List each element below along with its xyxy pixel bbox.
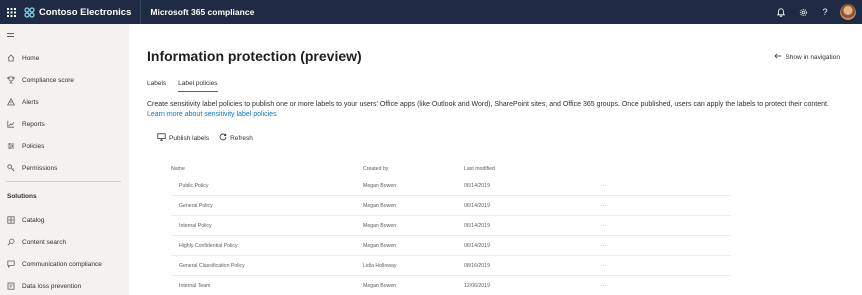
page-description: Create sensitivity label policies to pub… <box>147 100 847 120</box>
sidebar-divider <box>6 181 121 182</box>
sidebar-item-home[interactable]: Home <box>0 49 129 67</box>
key-icon <box>6 163 16 173</box>
column-header-name[interactable]: Name <box>171 166 185 172</box>
sidebar-item-compliance-score[interactable]: Compliance score <box>0 71 129 89</box>
user-avatar[interactable] <box>840 4 856 20</box>
more-actions-icon[interactable]: ··· <box>601 183 606 189</box>
sidebar-item-permissions[interactable]: Permissions <box>0 159 129 177</box>
created-by: Lidia Holloway <box>363 263 397 269</box>
table-row[interactable]: Highly Confidential Policy Megan Bowen 0… <box>171 236 731 256</box>
chat-icon <box>6 259 16 269</box>
publish-labels-label: Publish labels <box>169 134 210 142</box>
table-row[interactable]: Internal Policy Megan Bowen 06/14/2019 ·… <box>171 216 731 236</box>
tab-label-policies[interactable]: Label policies <box>178 80 218 92</box>
last-modified: 06/14/2019 <box>464 203 490 209</box>
table-header: Name Created by Last modified <box>171 166 771 176</box>
column-header-created-by[interactable]: Created by <box>363 166 388 172</box>
created-by: Megan Bowen <box>363 243 397 249</box>
policy-name[interactable]: General Policy <box>179 203 213 209</box>
notifications-bell-icon[interactable] <box>770 0 792 24</box>
pin-icon <box>774 53 782 61</box>
sidebar-item-content-search[interactable]: Content search <box>0 233 129 251</box>
policy-name[interactable]: Highly Confidential Policy <box>179 243 238 249</box>
created-by: Megan Bowen <box>363 203 397 209</box>
help-icon[interactable]: ? <box>814 0 836 24</box>
last-modified: 08/16/2019 <box>464 263 490 269</box>
refresh-icon <box>219 133 227 143</box>
policies-icon <box>6 141 16 151</box>
created-by: Megan Bowen <box>363 183 397 189</box>
trophy-icon <box>6 75 16 85</box>
shield-icon <box>6 281 16 291</box>
sidebar-item-label: Permissions <box>22 164 58 172</box>
table-row[interactable]: Internal Team Megan Bowen 12/06/2019 ··· <box>171 276 731 295</box>
catalog-icon <box>6 215 16 225</box>
description-text: Create sensitivity label policies to pub… <box>147 101 829 108</box>
publish-labels-button[interactable]: Publish labels <box>157 133 209 143</box>
last-modified: 06/14/2019 <box>464 223 490 229</box>
sidebar-item-label: Compliance score <box>22 76 75 84</box>
tab-list: Labels Label policies <box>147 80 218 92</box>
table-row[interactable]: General Classification Policy Lidia Holl… <box>171 256 731 276</box>
created-by: Megan Bowen <box>363 223 397 229</box>
main-content: Information protection (preview) Show in… <box>129 24 862 295</box>
app-launcher-icon[interactable] <box>0 0 22 24</box>
contoso-logo-icon <box>24 6 35 18</box>
more-actions-icon[interactable]: ··· <box>601 263 606 269</box>
warning-icon <box>6 97 16 107</box>
chart-icon <box>6 119 16 129</box>
sidebar-item-label: Data loss prevention <box>22 282 82 290</box>
last-modified: 06/14/2019 <box>464 183 490 189</box>
sidebar-item-label: Communication compliance <box>22 260 102 268</box>
sidebar: Home Compliance score Alerts Reports Pol… <box>0 24 129 295</box>
more-actions-icon[interactable]: ··· <box>601 223 606 229</box>
policy-name[interactable]: Public Policy <box>179 183 208 189</box>
sidebar-item-alerts[interactable]: Alerts <box>0 93 129 111</box>
column-header-last-modified[interactable]: Last modified <box>464 166 495 172</box>
refresh-button[interactable]: Refresh <box>219 133 253 143</box>
sidebar-item-label: Policies <box>22 142 45 150</box>
collapse-nav-icon[interactable] <box>7 33 14 39</box>
created-by: Megan Bowen <box>363 283 397 289</box>
sidebar-item-label: Alerts <box>22 98 39 106</box>
sidebar-item-label: Content search <box>22 238 67 246</box>
sidebar-item-label: Home <box>22 54 40 62</box>
sidebar-item-policies[interactable]: Policies <box>0 137 129 155</box>
tab-labels[interactable]: Labels <box>147 80 166 92</box>
page-title: Information protection (preview) <box>147 48 362 64</box>
brand[interactable]: Contoso Electronics <box>24 7 131 18</box>
table-row[interactable]: General Policy Megan Bowen 06/14/2019 ··… <box>171 196 731 216</box>
last-modified: 12/06/2019 <box>464 283 490 289</box>
search-icon <box>6 237 16 247</box>
show-in-navigation-button[interactable]: Show in navigation <box>774 53 840 61</box>
top-bar: Contoso Electronics Microsoft 365 compli… <box>0 0 862 24</box>
sidebar-item-reports[interactable]: Reports <box>0 115 129 133</box>
sidebar-item-catalog[interactable]: Catalog <box>0 211 129 229</box>
more-actions-icon[interactable]: ··· <box>601 283 606 289</box>
command-bar: Publish labels Refresh <box>157 133 253 143</box>
learn-more-link[interactable]: Learn more about sensitivity label polic… <box>147 111 277 118</box>
settings-gear-icon[interactable] <box>792 0 814 24</box>
sidebar-item-communication-compliance[interactable]: Communication compliance <box>0 255 129 273</box>
policy-name[interactable]: Internal Team <box>179 283 210 289</box>
sidebar-item-label: Reports <box>22 120 45 128</box>
sidebar-section-title: Solutions <box>7 193 37 200</box>
refresh-label: Refresh <box>230 134 253 142</box>
brand-name: Contoso Electronics <box>39 6 132 18</box>
last-modified: 06/14/2019 <box>464 243 490 249</box>
sidebar-item-data-loss-prevention[interactable]: Data loss prevention <box>0 277 129 295</box>
home-icon <box>6 53 16 63</box>
table-row[interactable]: Public Policy Megan Bowen 06/14/2019 ··· <box>171 176 731 196</box>
topbar-divider <box>140 0 142 24</box>
app-title[interactable]: Microsoft 365 compliance <box>150 7 254 17</box>
sidebar-item-label: Catalog <box>22 216 45 224</box>
publish-icon <box>157 133 166 143</box>
more-actions-icon[interactable]: ··· <box>601 243 606 249</box>
more-actions-icon[interactable]: ··· <box>601 203 606 209</box>
policy-name[interactable]: General Classification Policy <box>179 263 245 269</box>
show-in-navigation-label: Show in navigation <box>785 53 840 61</box>
policy-name[interactable]: Internal Policy <box>179 223 212 229</box>
